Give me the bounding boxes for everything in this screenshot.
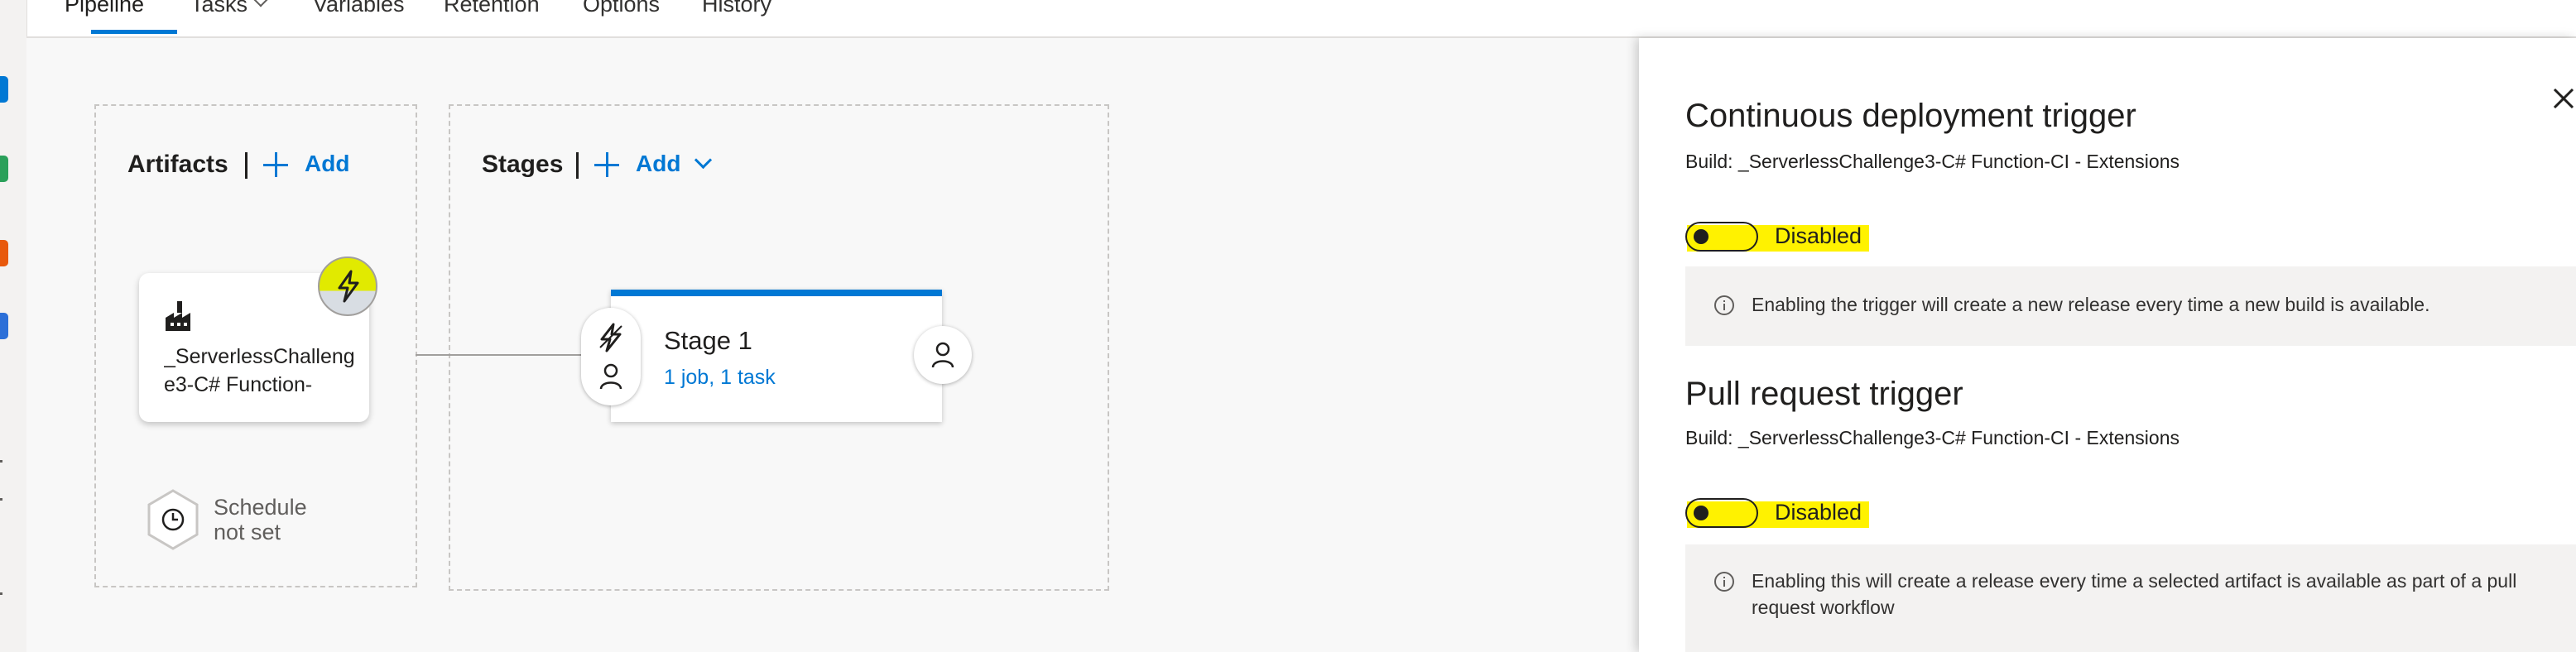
pr-trigger-build-source: Build: _ServerlessChallenge3-C# Function… (1685, 427, 2180, 448)
rail-app-icon-orange[interactable] (0, 240, 8, 266)
active-tab-indicator (91, 30, 177, 34)
tab-tasks-label: Tasks (190, 0, 248, 17)
pr-trigger-toggle[interactable] (1685, 498, 1758, 528)
lightning-icon (338, 270, 359, 303)
schedule-line-1: Schedule (214, 495, 307, 520)
pre-deployment-conditions-button[interactable] (581, 308, 641, 405)
stage-job-summary-link[interactable]: 1 job, 1 task (664, 366, 776, 390)
schedule-button[interactable] (146, 488, 200, 555)
pipeline-tabs: Pipeline Tasks Variables Retention Optio… (26, 0, 2576, 38)
tab-history[interactable]: History (702, 0, 771, 17)
add-artifact-label: Add (305, 151, 350, 176)
rail-indicator (0, 498, 2, 501)
plus-icon (594, 152, 619, 177)
cd-trigger-title: Continuous deployment trigger (1685, 98, 2136, 134)
schedule-label: Schedule not set (214, 495, 307, 544)
pr-trigger-title: Pull request trigger (1685, 376, 1963, 412)
title-separator (576, 152, 579, 179)
post-deployment-conditions-button[interactable] (914, 326, 972, 384)
schedule-hexagon (147, 489, 199, 550)
toggle-knob (1694, 506, 1709, 520)
info-icon (1714, 295, 1734, 315)
continuous-deployment-trigger-button[interactable] (318, 256, 377, 316)
plus-icon (263, 152, 288, 177)
artifacts-title: Artifacts (127, 151, 228, 178)
cd-trigger-info-box: Enabling the trigger will create a new r… (1685, 266, 2576, 346)
tab-retention[interactable]: Retention (444, 0, 540, 17)
tab-options[interactable]: Options (583, 0, 660, 17)
toggle-knob (1694, 229, 1709, 244)
close-icon[interactable] (2551, 86, 2576, 111)
pr-trigger-info-text: Enabling this will create a release ever… (1752, 570, 2517, 618)
rail-app-icon-green[interactable] (0, 156, 8, 182)
rail-app-icon-blue[interactable] (0, 76, 8, 103)
stage-card[interactable]: Stage 1 1 job, 1 task (611, 290, 942, 422)
chevron-down-icon (253, 0, 268, 7)
stage-accent-bar (611, 290, 942, 296)
schedule-line-2: not set (214, 520, 281, 544)
rail-app-icon-blue-2[interactable] (0, 313, 8, 339)
cd-trigger-state-label: Disabled (1775, 223, 1862, 248)
artifact-stage-connector (416, 354, 586, 356)
stage-name: Stage 1 (664, 326, 752, 355)
cd-trigger-build-source: Build: _ServerlessChallenge3-C# Function… (1685, 151, 2180, 172)
pr-trigger-info-box: Enabling this will create a release ever… (1685, 544, 2576, 652)
add-stage-label: Add (636, 151, 681, 176)
tab-tasks[interactable]: Tasks (190, 0, 268, 17)
pr-trigger-state-label: Disabled (1775, 500, 1862, 525)
info-icon (1714, 572, 1734, 592)
cd-trigger-toggle[interactable] (1685, 222, 1758, 252)
rail-indicator (0, 460, 2, 463)
build-factory-icon (166, 301, 190, 331)
person-icon (931, 342, 954, 368)
rail-indicator (0, 592, 2, 595)
cd-trigger-info-text: Enabling the trigger will create a new r… (1752, 294, 2430, 315)
title-separator (245, 152, 248, 179)
left-app-rail (0, 0, 27, 652)
tab-variables[interactable]: Variables (313, 0, 405, 17)
stages-title: Stages (482, 151, 564, 178)
person-icon (599, 363, 622, 390)
lightning-icon (599, 323, 622, 352)
text-fade (305, 371, 363, 399)
tab-pipeline[interactable]: Pipeline (65, 0, 144, 17)
